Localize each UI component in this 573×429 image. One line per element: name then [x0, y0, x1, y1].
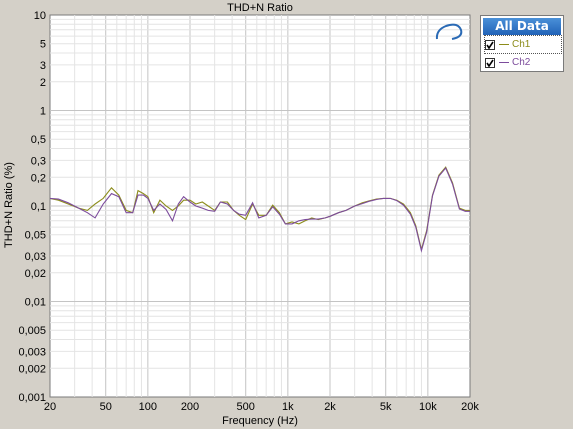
ap-logo	[434, 22, 464, 42]
x-tick-label: 200	[181, 401, 199, 413]
y-tick-label: 0,003	[18, 346, 46, 358]
x-tick-label: 1k	[282, 401, 294, 413]
x-axis-title: Frequency (Hz)	[222, 415, 298, 427]
y-tick-label: 0,3	[31, 155, 46, 167]
ap-logo-icon	[435, 23, 463, 40]
y-tick-label: 1	[40, 106, 46, 118]
x-tick-label: 10k	[419, 401, 437, 413]
x-tick-label: 100	[139, 401, 157, 413]
x-tick-label: 500	[237, 401, 255, 413]
y-tick-label: 0,005	[18, 325, 46, 337]
y-axis-title: THD+N Ratio (%)	[3, 162, 15, 248]
check-icon	[486, 41, 494, 49]
y-tick-label: 10	[34, 10, 46, 22]
legend-header[interactable]: All Data	[483, 18, 561, 35]
x-tick-label: 20k	[461, 401, 479, 413]
y-tick-label: 0,5	[31, 134, 46, 146]
x-tick-label: 2k	[324, 401, 336, 413]
y-tick-label: 0,03	[25, 251, 46, 263]
y-tick-label: 5	[40, 39, 46, 51]
y-tick-label: 0,01	[25, 297, 46, 309]
ch1-label: Ch1	[512, 39, 531, 50]
x-tick-label: 50	[100, 401, 112, 413]
y-tick-label: 0,1	[31, 201, 46, 213]
check-icon	[486, 59, 494, 67]
ch2-checkbox[interactable]	[485, 57, 495, 68]
x-tick-label: 5k	[380, 401, 392, 413]
chart-title: THD+N Ratio	[227, 2, 293, 14]
y-tick-label: 0,001	[18, 392, 46, 404]
y-tick-label: 0,2	[31, 172, 46, 184]
y-tick-label: 0,05	[25, 230, 46, 242]
legend-panel: All Data Ch1 Ch2	[480, 15, 564, 72]
y-tick-label: 3	[40, 60, 46, 72]
ch2-swatch	[499, 62, 509, 63]
ch1-swatch	[499, 44, 509, 45]
ch2-label: Ch2	[512, 57, 531, 68]
y-tick-label: 0,002	[18, 363, 46, 375]
ch1-checkbox[interactable]	[485, 39, 495, 50]
legend-item-ch1[interactable]: Ch1	[484, 35, 562, 54]
y-tick-label: 2	[40, 77, 46, 89]
legend-item-ch2[interactable]: Ch2	[485, 54, 561, 71]
y-tick-label: 0,02	[25, 268, 46, 280]
